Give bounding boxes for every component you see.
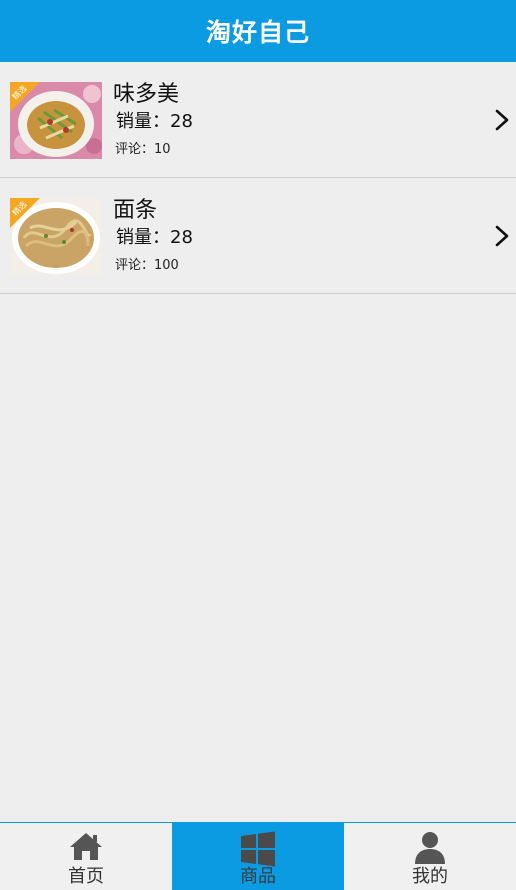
product-image: 精选 bbox=[10, 198, 102, 275]
product-reviews: 评论：100 bbox=[115, 258, 179, 273]
chevron-right-icon bbox=[495, 109, 509, 131]
product-name: 味多美 bbox=[113, 82, 180, 107]
tab-me[interactable]: 我的 bbox=[344, 823, 516, 890]
product-reviews: 评论：10 bbox=[115, 142, 171, 157]
page-title: 淘好自己 bbox=[205, 18, 310, 47]
product-sales: 销量：28 bbox=[116, 111, 193, 132]
product-list: 精选 味多美 销量：28 评论：10 精选 面条 销量：28 评论：100 bbox=[0, 62, 516, 294]
product-name: 面条 bbox=[113, 198, 158, 223]
home-icon bbox=[70, 833, 102, 860]
tab-label: 首页 bbox=[68, 866, 104, 887]
tab-label: 商品 bbox=[240, 866, 276, 887]
tab-products[interactable]: 商品 bbox=[172, 823, 344, 890]
tab-label: 我的 bbox=[412, 866, 448, 887]
chevron-right-icon bbox=[495, 225, 509, 247]
user-icon bbox=[415, 832, 445, 864]
product-row-weiduomei[interactable]: 精选 味多美 销量：28 评论：10 bbox=[0, 62, 516, 178]
product-row-noodles[interactable]: 精选 面条 销量：28 评论：100 bbox=[0, 178, 516, 294]
bottom-tab-bar: 首页 商品 我的 bbox=[0, 822, 516, 890]
tab-home[interactable]: 首页 bbox=[0, 823, 172, 890]
product-image: 精选 bbox=[10, 82, 102, 159]
product-sales: 销量：28 bbox=[116, 227, 193, 248]
app-header: 淘好自己 bbox=[0, 0, 516, 62]
windows-icon bbox=[241, 831, 275, 867]
